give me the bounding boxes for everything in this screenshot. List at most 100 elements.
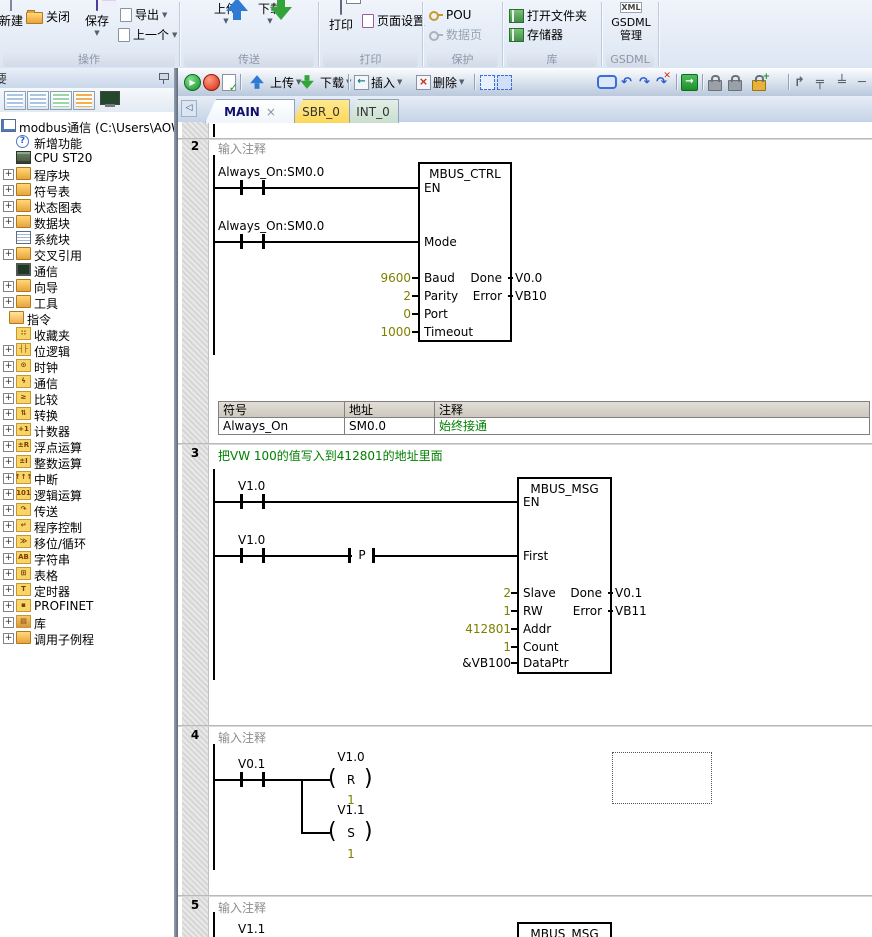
expand-toggle[interactable]: + [3, 345, 14, 356]
contact-operand[interactable]: V1.1 [238, 922, 265, 936]
horizontal-line-icon[interactable]: ─ [858, 75, 866, 90]
tree-item-status-chart[interactable]: + 状态图表 [0, 198, 174, 214]
tree-item-whats-new[interactable]: ? 新增功能 [0, 134, 174, 150]
run-icon[interactable]: ▶ [184, 74, 201, 91]
tree-item-favorites[interactable]: ∷ 收藏夹 [0, 326, 174, 342]
download-button[interactable]: 下载 ▼ [251, 0, 289, 25]
contact-operand[interactable]: V1.0 [238, 479, 265, 493]
expand-toggle[interactable]: + [3, 633, 14, 644]
insert-button[interactable]: ← 插入▼ [354, 73, 402, 91]
param-timeout[interactable]: 1000 [348, 325, 411, 339]
network-3-number[interactable]: 3 [182, 446, 208, 460]
tree-item-system-block[interactable]: 系统块 [0, 230, 174, 246]
previous-button[interactable]: 上一个 ▼ [118, 26, 177, 43]
network-4-comment[interactable]: 输入注释 [218, 729, 266, 746]
tab-int0[interactable]: INT_0 [347, 99, 399, 123]
expand-toggle[interactable]: + [3, 377, 14, 388]
contact-bar[interactable] [240, 180, 243, 195]
tree-item-libraries[interactable]: + ▤ 库 [0, 614, 174, 630]
view-status-icon[interactable] [50, 91, 72, 110]
param-dataptr[interactable]: &VB100 [427, 656, 511, 670]
expand-toggle[interactable]: + [3, 553, 14, 564]
close-button[interactable]: 关闭 [26, 8, 70, 25]
upload-button[interactable]: 上传 ▼ [207, 0, 245, 25]
tree-item-integer-math[interactable]: + ±I 整数运算 [0, 454, 174, 470]
gsdml-manage-button[interactable]: XML GSDML管理 [611, 0, 651, 42]
expand-toggle[interactable]: + [3, 217, 14, 228]
expand-toggle[interactable]: + [3, 185, 14, 196]
tree-item-interrupt[interactable]: + ↑↑↑ 中断 [0, 470, 174, 486]
network-5-comment[interactable]: 输入注释 [218, 899, 266, 916]
lock-add-icon[interactable] [752, 80, 766, 91]
lock-icon[interactable] [708, 80, 722, 91]
expand-toggle[interactable]: + [3, 249, 14, 260]
selection-box[interactable] [612, 752, 712, 804]
pin-icon[interactable] [159, 72, 168, 84]
contact-bar[interactable] [240, 234, 243, 249]
tree-item-tools[interactable]: + 工具 [0, 294, 174, 310]
tree-item-compare[interactable]: + ≥ 比较 [0, 390, 174, 406]
output-done[interactable]: V0.1 [615, 586, 642, 600]
tree-item-wizards[interactable]: + 向导 [0, 278, 174, 294]
param-baud[interactable]: 9600 [348, 271, 411, 285]
edge-contact-bar[interactable] [372, 548, 375, 563]
tree-item-program-block[interactable]: + 程序块 [0, 166, 174, 182]
data-page-button[interactable]: 数据页 [429, 26, 482, 43]
network-5-number[interactable]: 5 [182, 898, 208, 912]
param-slave[interactable]: 2 [427, 586, 511, 600]
tree-item-communications[interactable]: 通信 [0, 262, 174, 278]
expand-toggle[interactable]: + [3, 569, 14, 580]
expand-toggle[interactable]: + [3, 585, 14, 596]
tree-item-cross-reference[interactable]: + 交叉引用 [0, 246, 174, 262]
bookmark-next-icon[interactable]: ↷ [639, 75, 650, 90]
tree-item-instructions[interactable]: 指令 [0, 310, 174, 326]
tree-item-profinet[interactable]: + ▪ PROFINET [0, 598, 174, 614]
edge-contact-bar[interactable] [348, 548, 351, 563]
contact-bar[interactable] [262, 494, 265, 509]
expand-toggle[interactable]: + [3, 601, 14, 612]
expand-toggle[interactable]: + [3, 425, 14, 436]
tree-item-data-block[interactable]: + 数据块 [0, 214, 174, 230]
delete-button[interactable]: × 删除▼ [416, 73, 464, 91]
bookmark-prev-icon[interactable]: ↶ [621, 75, 632, 90]
insert-branch-icon[interactable]: ↱ [794, 75, 805, 90]
output-error[interactable]: VB11 [615, 604, 647, 618]
memory-button[interactable]: 存储器 [509, 26, 563, 43]
expand-toggle[interactable]: + [3, 505, 14, 516]
tab-close-icon[interactable]: × [266, 105, 276, 119]
coil-operand[interactable]: V1.0 [330, 750, 372, 764]
contact-bar[interactable] [262, 772, 265, 787]
tree-item-convert[interactable]: + ⇅ 转换 [0, 406, 174, 422]
contact-bar[interactable] [240, 548, 243, 563]
expand-toggle[interactable]: + [3, 297, 14, 308]
open-folder-button[interactable]: 打开文件夹 [509, 7, 587, 24]
output-error[interactable]: VB10 [515, 289, 547, 303]
tab-main[interactable]: MAIN × [205, 99, 295, 123]
tab-scroll-left-button[interactable]: ◁ [181, 100, 197, 117]
expand-toggle[interactable]: + [3, 201, 14, 212]
tree-item-bit-logic[interactable]: + ┤├ 位逻辑 [0, 342, 174, 358]
tree-item-program-control[interactable]: + ↵ 程序控制 [0, 518, 174, 534]
comment-box-icon[interactable] [597, 75, 617, 89]
tree-item-shift-rotate[interactable]: + ≫ 移位/循环 [0, 534, 174, 550]
param-parity[interactable]: 2 [348, 289, 411, 303]
param-count[interactable]: 1 [427, 640, 511, 654]
contact-bar[interactable] [240, 772, 243, 787]
export-button[interactable]: 导出 ▼ [120, 6, 167, 23]
view-symbol-icon[interactable] [27, 91, 49, 110]
pou-button[interactable]: POU [429, 8, 471, 22]
save-button[interactable]: 保存 ▼ [78, 0, 116, 37]
expand-toggle[interactable]: + [3, 457, 14, 468]
view-comm-icon[interactable] [99, 91, 121, 108]
view-project-icon[interactable] [4, 91, 26, 110]
tree-item-project-root[interactable]: modbus通信 (C:\Users\AOWID\ [0, 118, 174, 134]
tree-item-counters[interactable]: + +1 计数器 [0, 422, 174, 438]
expand-toggle[interactable]: + [3, 489, 14, 500]
upload-toolbar-button[interactable]: 上传▼ [246, 73, 301, 91]
expand-toggle[interactable]: + [3, 473, 14, 484]
branch-down-icon[interactable]: ╤ [816, 75, 824, 90]
save-dropdown-caret[interactable]: ▼ [78, 29, 116, 37]
network-2-number[interactable]: 2 [182, 139, 208, 153]
tab-sbr0[interactable]: SBR_0 [292, 99, 350, 123]
address-cell[interactable]: SM0.0 [345, 418, 435, 435]
